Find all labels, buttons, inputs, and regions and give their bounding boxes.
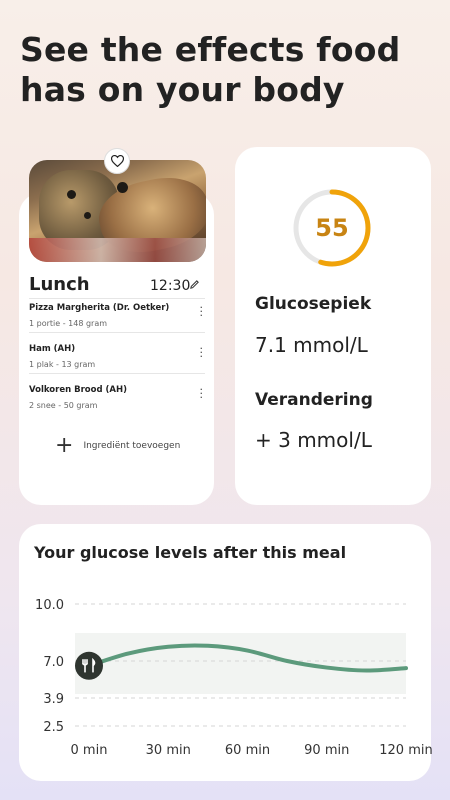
x-tick-label: 0 min bbox=[71, 743, 108, 758]
meal-photo bbox=[29, 160, 206, 262]
x-tick-label: 90 min bbox=[304, 743, 349, 758]
x-tick-label: 30 min bbox=[146, 743, 191, 758]
ingredient-quantity: 1 portie - 148 gram bbox=[29, 319, 108, 328]
y-tick-label: 10.0 bbox=[35, 598, 64, 613]
plus-icon: + bbox=[55, 433, 74, 458]
glucose-score-value: 55 bbox=[315, 214, 349, 242]
glucose-peak-value: 7.1 mmol/L bbox=[255, 333, 368, 357]
glucose-peak-label: Glucosepiek bbox=[255, 294, 372, 314]
glucose-change-value: + 3 mmol/L bbox=[255, 428, 372, 452]
ingredient-item[interactable]: Ham (AH) 1 plak - 13 gram · · · bbox=[29, 343, 205, 369]
x-tick-label: 120 min bbox=[379, 743, 432, 758]
glucose-change-label: Verandering bbox=[255, 390, 373, 410]
chart-title: Your glucose levels after this meal bbox=[34, 543, 347, 562]
ingredient-name: Pizza Margherita (Dr. Oetker) bbox=[29, 303, 170, 313]
ingredient-name: Volkoren Brood (AH) bbox=[29, 385, 127, 395]
ingredient-item[interactable]: Volkoren Brood (AH) 2 snee - 50 gram · · · bbox=[29, 384, 205, 410]
y-tick-label: 3.9 bbox=[43, 692, 64, 707]
edit-pencil-icon[interactable] bbox=[189, 279, 200, 290]
ingredient-item[interactable]: Pizza Margherita (Dr. Oetker) 1 portie -… bbox=[29, 302, 205, 328]
meal-time: 12:30 bbox=[150, 278, 191, 294]
x-tick-label: 60 min bbox=[225, 743, 270, 758]
meal-title: Lunch bbox=[29, 274, 90, 295]
glucose-line-chart: 10.0 7.0 3.9 2.5 0 min 30 min 60 min 90 min 120 … bbox=[35, 598, 433, 758]
target-range-band bbox=[75, 633, 406, 694]
add-ingredient-label: Ingrediënt toevoegen bbox=[83, 441, 181, 451]
add-ingredient-button[interactable]: + Ingrediënt toevoegen bbox=[55, 433, 181, 458]
heart-icon bbox=[110, 155, 124, 167]
favorite-button[interactable] bbox=[104, 148, 130, 174]
more-options-icon[interactable]: · · · bbox=[200, 302, 204, 321]
divider bbox=[29, 298, 205, 299]
y-tick-label: 2.5 bbox=[43, 720, 64, 735]
ingredient-name: Ham (AH) bbox=[29, 344, 76, 354]
divider bbox=[29, 373, 205, 374]
meal-marker bbox=[75, 651, 103, 680]
divider bbox=[29, 332, 205, 333]
y-tick-label: 7.0 bbox=[43, 655, 64, 670]
more-options-icon[interactable]: · · · bbox=[200, 343, 204, 362]
more-options-icon[interactable]: · · · bbox=[200, 384, 204, 403]
ingredient-quantity: 1 plak - 13 gram bbox=[29, 360, 96, 369]
headline: See the effects food has on your body bbox=[20, 30, 401, 109]
ingredient-quantity: 2 snee - 50 gram bbox=[29, 401, 98, 410]
